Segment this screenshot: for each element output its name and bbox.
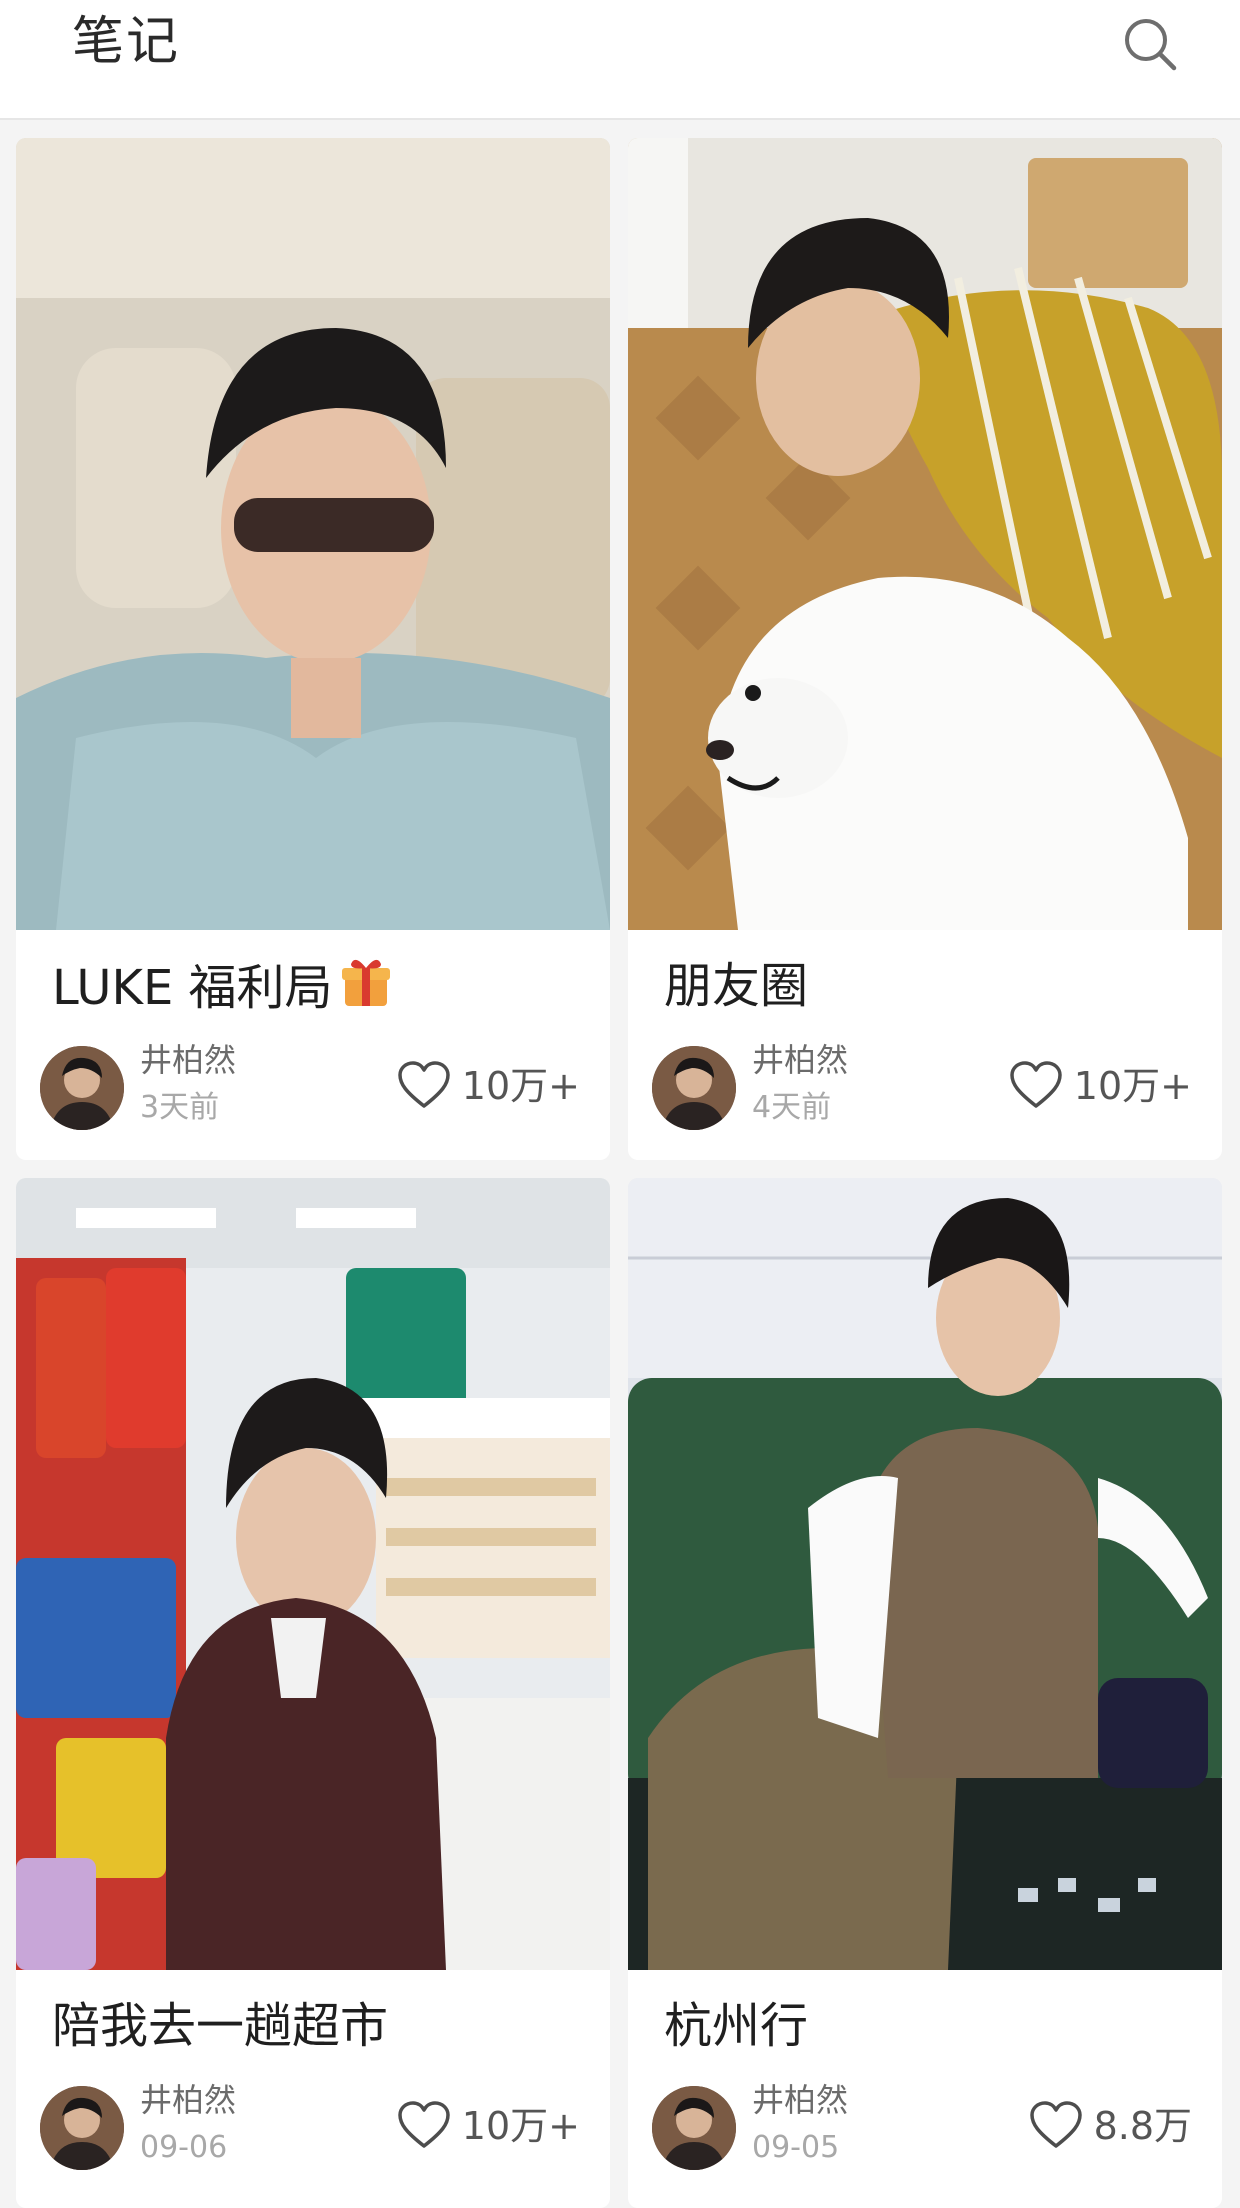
author-name[interactable]: 井柏然 xyxy=(752,1038,848,1082)
post-date: 09-05 xyxy=(752,2130,840,2165)
post-date: 3天前 xyxy=(140,1090,220,1125)
note-card[interactable]: LUKE 福利局 井柏然 3天前 10万+ xyxy=(16,138,610,1160)
like-count: 10万+ xyxy=(1073,1064,1192,1108)
note-card[interactable]: 杭州行 井柏然 09-05 8.8万 xyxy=(628,1178,1222,2208)
author-name[interactable]: 井柏然 xyxy=(140,2078,236,2122)
like-button[interactable]: 10万+ xyxy=(396,1056,580,1116)
like-count: 10万+ xyxy=(461,2104,580,2148)
like-button[interactable]: 8.8万 xyxy=(1028,2096,1192,2156)
author-avatar[interactable] xyxy=(40,1046,124,1130)
like-button[interactable]: 10万+ xyxy=(396,2096,580,2156)
gift-icon xyxy=(339,956,393,1010)
author-name[interactable]: 井柏然 xyxy=(752,2078,848,2122)
like-count: 10万+ xyxy=(461,1064,580,1108)
note-card[interactable]: 陪我去一趟超市 井柏然 09-06 10万+ xyxy=(16,1178,610,2208)
note-card[interactable]: 朋友圈 井柏然 4天前 10万+ xyxy=(628,138,1222,1160)
post-date: 4天前 xyxy=(752,1090,832,1125)
post-date: 09-06 xyxy=(140,2130,228,2165)
page-title: 笔记 xyxy=(72,12,181,72)
author-name[interactable]: 井柏然 xyxy=(140,1038,236,1082)
note-cover-image xyxy=(628,1178,1222,1970)
note-cover-image xyxy=(628,138,1222,930)
note-title: 陪我去一趟超市 xyxy=(52,1998,389,2054)
author-avatar[interactable] xyxy=(652,2086,736,2170)
heart-icon xyxy=(1029,2101,1082,2148)
heart-icon xyxy=(1010,1061,1062,1108)
search-icon xyxy=(1125,19,1177,71)
note-title: LUKE 福利局 xyxy=(52,956,393,1018)
like-button[interactable]: 10万+ xyxy=(1008,1056,1192,1116)
like-count: 8.8万 xyxy=(1093,2104,1192,2148)
heart-icon xyxy=(398,1061,450,1108)
note-title: 朋友圈 xyxy=(664,958,809,1014)
note-cover-image xyxy=(16,1178,610,1970)
note-title: 杭州行 xyxy=(664,1998,809,2054)
author-avatar[interactable] xyxy=(40,2086,124,2170)
search-button[interactable] xyxy=(1118,12,1182,76)
top-bar: 笔记 xyxy=(0,0,1240,120)
note-cover-image xyxy=(16,138,610,930)
author-avatar[interactable] xyxy=(652,1046,736,1130)
heart-icon xyxy=(398,2101,450,2148)
